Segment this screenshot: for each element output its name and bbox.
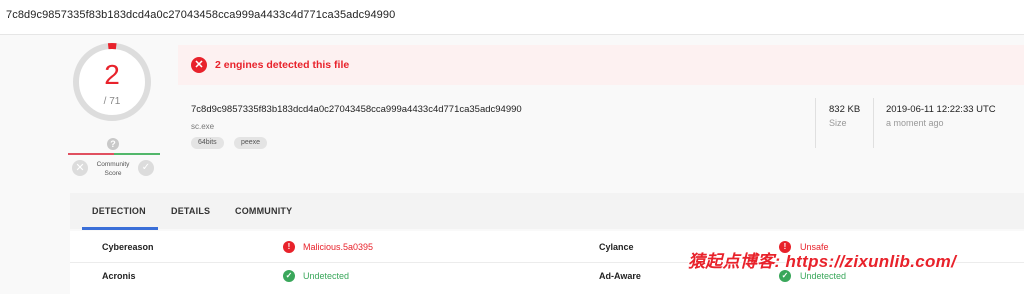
community-score: ? ✕ Community Score ✓ [68,138,160,182]
tab-detection[interactable]: DETECTION [92,206,146,216]
engine-name: Ad-Aware [599,271,641,281]
engine-name: Cylance [599,242,634,252]
divider [873,98,874,148]
divider [815,98,816,148]
community-score-bar [68,153,160,155]
detection-result: Undetected [303,271,350,281]
tag-64bits[interactable]: 64bits [191,137,224,149]
active-tab-indicator [82,227,158,230]
help-icon[interactable]: ? [107,138,119,150]
vote-malicious-icon[interactable]: ✕ [72,160,88,176]
watermark: 猿起点博客: https://zixunlib.com/ [688,252,957,271]
analysis-date: 2019-06-11 12:22:33 UTC [886,104,996,115]
detection-score-gauge: 2 / 71 [72,42,152,122]
community-score-label: Community Score [96,161,130,177]
detection-result: Undetected [800,271,847,281]
undetected-check-icon: ✓ [283,270,295,282]
file-size: 832 KB [829,104,861,115]
file-name: sc.exe [191,122,215,131]
engine-name: Acronis [102,271,136,281]
detection-count: 2 [104,59,120,90]
tag-peexe[interactable]: peexe [234,137,268,149]
tab-community[interactable]: COMMUNITY [235,206,292,216]
engine-total: / 71 [103,96,121,107]
file-hash: 7c8d9c9857335f83b183dcd4a0c27043458cca99… [191,104,522,115]
analysis-date-relative: a moment ago [886,118,944,128]
detection-alert-text: 2 engines detected this file [215,59,350,71]
engine-name: Cybereason [102,242,154,252]
detection-result[interactable]: Malicious.5a0395 [303,242,373,252]
alert-x-icon: ✕ [191,57,207,73]
file-size-label: Size [829,118,847,128]
tab-details[interactable]: DETAILS [171,206,210,216]
search-query[interactable]: 7c8d9c9857335f83b183dcd4a0c27043458cca99… [6,9,395,21]
search-bar[interactable]: 7c8d9c9857335f83b183dcd4a0c27043458cca99… [0,0,1024,35]
vote-harmless-icon[interactable]: ✓ [138,160,154,176]
malicious-icon: ! [283,241,295,253]
tab-bar [70,193,1024,229]
